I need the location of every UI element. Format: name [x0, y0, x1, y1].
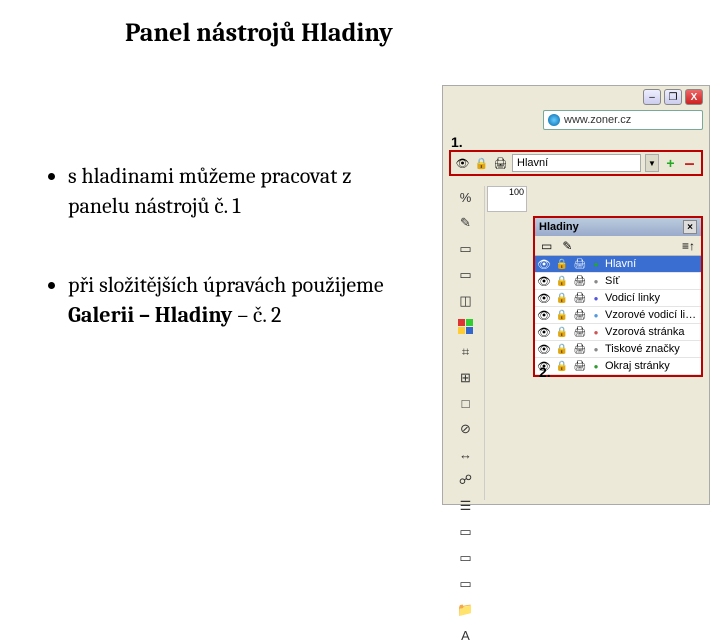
lock-icon[interactable]: 🔒: [553, 293, 571, 304]
maximize-button[interactable]: ❐: [664, 89, 682, 105]
minimize-button[interactable]: –: [643, 89, 661, 105]
tool-icon-6[interactable]: ⌗: [456, 344, 476, 360]
layer-name: Hlavní: [603, 258, 701, 270]
layer-color-dot: ●: [589, 294, 603, 303]
layers-list: 👁🔒🖨●Hlavní👁🔒🖨●Síť👁🔒🖨●Vodicí linky👁🔒🖨●Vzo…: [535, 256, 701, 375]
bullet-2: při složitějších úpravách použijeme Gale…: [68, 271, 418, 330]
layer-name: Síť: [603, 275, 701, 287]
layer-name: Tiskové značky: [603, 343, 701, 355]
lock-icon[interactable]: 🔒: [553, 310, 571, 321]
tool-icon-17[interactable]: A: [456, 628, 476, 643]
tool-icon-4[interactable]: ◫: [456, 293, 476, 309]
panel-close-button[interactable]: ×: [683, 220, 697, 234]
lock-icon[interactable]: 🔒: [553, 276, 571, 287]
layer-row[interactable]: 👁🔒🖨●Vzorová stránka: [535, 324, 701, 341]
url-text: www.zoner.cz: [564, 114, 631, 126]
callout-1-label: 1.: [451, 134, 463, 150]
layers-panel-header[interactable]: Hladiny ×: [535, 218, 701, 236]
tool-icon-2[interactable]: ▭: [456, 241, 476, 257]
layer-name: Vzorové vodicí linky: [603, 309, 701, 321]
tool-icon-0[interactable]: %: [456, 190, 476, 205]
print-icon[interactable]: 🖨: [571, 361, 589, 372]
panel-sort-icon[interactable]: ≡↑: [682, 239, 695, 253]
print-icon[interactable]: 🖨: [493, 156, 508, 171]
current-layer-field[interactable]: Hlavní: [512, 154, 641, 172]
layer-row[interactable]: 👁🔒🖨●Okraj stránky: [535, 358, 701, 375]
panel-new-icon[interactable]: ▭: [541, 239, 552, 253]
layer-row[interactable]: 👁🔒🖨●Síť: [535, 273, 701, 290]
eye-icon[interactable]: 👁: [535, 309, 553, 322]
layer-row[interactable]: 👁🔒🖨●Hlavní: [535, 256, 701, 273]
panel-action-icon[interactable]: ✎: [562, 239, 572, 253]
close-button[interactable]: X: [685, 89, 703, 105]
window-buttons: – ❐ X: [643, 89, 703, 105]
lock-icon[interactable]: 🔒: [553, 327, 571, 338]
layer-row[interactable]: 👁🔒🖨●Tiskové značky: [535, 341, 701, 358]
eye-icon[interactable]: 👁: [535, 258, 553, 271]
lock-icon[interactable]: 🔒: [553, 361, 571, 372]
eye-icon[interactable]: 👁: [535, 343, 553, 356]
vertical-tool-palette: %✎▭▭◫⌗⊞□⊘↔☍☰▭▭▭📁A: [447, 186, 485, 500]
layers-panel-title: Hladiny: [539, 221, 579, 233]
tool-icon-15[interactable]: ▭: [456, 576, 476, 592]
tool-icon-12[interactable]: ☰: [456, 498, 476, 514]
tool-icon-8[interactable]: □: [456, 396, 476, 411]
print-icon[interactable]: 🖨: [571, 293, 589, 304]
layer-color-dot: ●: [589, 345, 603, 354]
layer-color-dot: ●: [589, 260, 603, 269]
tool-icon-1[interactable]: ✎: [456, 215, 476, 231]
layers-panel: Hladiny × ▭ ✎ ≡↑ 👁🔒🖨●Hlavní👁🔒🖨●Síť👁🔒🖨●Vo…: [533, 216, 703, 377]
eye-icon[interactable]: 👁: [455, 156, 470, 171]
bullet-2-text-c: – č. 2: [237, 302, 281, 328]
layer-name: Vodicí linky: [603, 292, 701, 304]
lock-icon[interactable]: 🔒: [474, 156, 489, 171]
tool-icon-16[interactable]: 📁: [456, 602, 476, 618]
eye-icon[interactable]: 👁: [535, 292, 553, 305]
tool-icon-3[interactable]: ▭: [456, 267, 476, 283]
tool-icon-5[interactable]: [456, 319, 476, 334]
layer-color-dot: ●: [589, 362, 603, 371]
eye-icon[interactable]: 👁: [535, 326, 553, 339]
callout-2-label: 2.: [539, 364, 551, 380]
add-layer-button[interactable]: +: [663, 156, 678, 171]
layer-name: Vzorová stránka: [603, 326, 701, 338]
bullet-2-text-a: při složitějších úpravách použijeme: [68, 272, 384, 298]
layer-color-dot: ●: [589, 277, 603, 286]
layer-dropdown-button[interactable]: ▼: [645, 154, 659, 172]
bullet-1: s hladinami můžeme pracovat z panelu nás…: [68, 162, 418, 221]
color-swatch-icon[interactable]: [458, 319, 473, 334]
layers-panel-toolbar: ▭ ✎ ≡↑: [535, 236, 701, 256]
tool-icon-7[interactable]: ⊞: [456, 370, 476, 386]
print-icon[interactable]: 🖨: [571, 327, 589, 338]
print-icon[interactable]: 🖨: [571, 310, 589, 321]
tool-icon-13[interactable]: ▭: [456, 524, 476, 540]
layer-color-dot: ●: [589, 328, 603, 337]
layer-color-dot: ●: [589, 311, 603, 320]
tool-icon-10[interactable]: ↔: [456, 447, 476, 462]
print-icon[interactable]: 🖨: [571, 259, 589, 270]
current-layer-name: Hlavní: [517, 157, 548, 169]
print-icon[interactable]: 🖨: [571, 344, 589, 355]
globe-icon: [548, 114, 560, 126]
bullet-2-bold: Galerii – Hladiny: [68, 302, 232, 328]
layer-name: Okraj stránky: [603, 360, 701, 372]
tool-icon-11[interactable]: ☍: [456, 472, 476, 488]
eye-icon[interactable]: 👁: [535, 275, 553, 288]
tool-icon-9[interactable]: ⊘: [456, 421, 476, 437]
lock-icon[interactable]: 🔒: [553, 344, 571, 355]
bullet-list: s hladinami můžeme pracovat z panelu nás…: [28, 162, 418, 381]
print-icon[interactable]: 🖨: [571, 276, 589, 287]
remove-layer-button[interactable]: –: [682, 156, 697, 171]
app-screenshot: – ❐ X www.zoner.cz 1. 👁 🔒 🖨 Hlavní ▼ + –…: [442, 85, 710, 505]
slide-title: Panel nástrojů Hladiny: [125, 18, 393, 48]
layers-toolbar: 👁 🔒 🖨 Hlavní ▼ + –: [449, 150, 703, 176]
tool-icon-14[interactable]: ▭: [456, 550, 476, 566]
layer-row[interactable]: 👁🔒🖨●Vodicí linky: [535, 290, 701, 307]
lock-icon[interactable]: 🔒: [553, 259, 571, 270]
url-bar[interactable]: www.zoner.cz: [543, 110, 703, 130]
ruler: 100: [487, 186, 527, 212]
layer-row[interactable]: 👁🔒🖨●Vzorové vodicí linky: [535, 307, 701, 324]
